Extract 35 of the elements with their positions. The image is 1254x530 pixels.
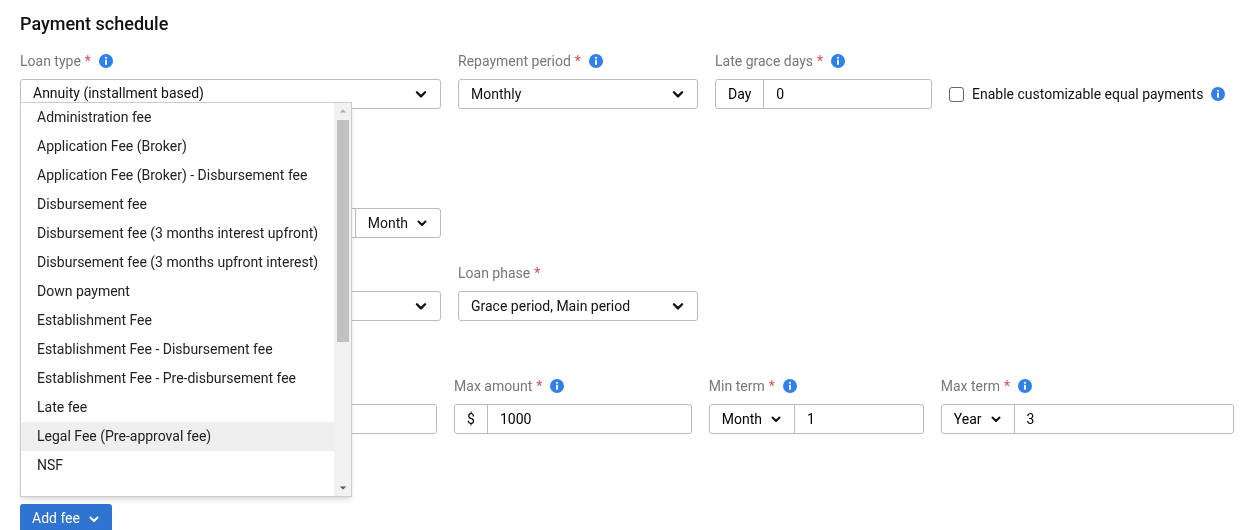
info-icon[interactable] [1211,87,1226,101]
field-label: Max amount [454,376,533,396]
add-fee-button[interactable]: Add fee [20,504,112,530]
required-mark: * [574,51,581,71]
field-label: Repayment period [458,51,571,71]
info-icon[interactable] [588,54,603,68]
required-mark: * [84,51,91,71]
required-mark: * [817,51,824,71]
field-label: Loan type [20,51,81,71]
loan-phase-select[interactable]: Grace period, Main period [458,291,698,321]
field-label: Max term [940,376,1001,396]
checkbox-label: Enable customizable equal payments [972,84,1204,104]
term-unit-select[interactable]: Month [354,209,440,237]
info-icon[interactable] [782,379,797,393]
required-mark: * [1004,376,1011,396]
info-icon[interactable] [550,379,565,393]
checkbox[interactable] [949,86,964,102]
chevron-down-icon [416,217,428,229]
required-mark: * [768,376,775,396]
scrollbar[interactable] [334,103,351,496]
scrollbar-thumb[interactable] [336,120,349,342]
required-mark: * [536,376,543,396]
menu-item[interactable]: Legal Fee (Pre-approval fee) [21,422,334,451]
scroll-up-icon[interactable] [338,107,347,115]
menu-item[interactable]: Administration fee [21,103,334,132]
info-icon[interactable] [831,54,846,68]
field-label: Min term [708,376,765,396]
repayment-period-select[interactable]: Monthly [458,79,698,109]
field-label: Late grace days [715,51,814,71]
info-icon[interactable] [1018,379,1033,393]
section-title: Payment schedule [20,12,170,36]
required-mark: * [534,263,541,283]
scroll-down-icon[interactable] [338,484,347,492]
field-label: Loan phase [458,263,531,283]
info-icon[interactable] [98,54,113,68]
